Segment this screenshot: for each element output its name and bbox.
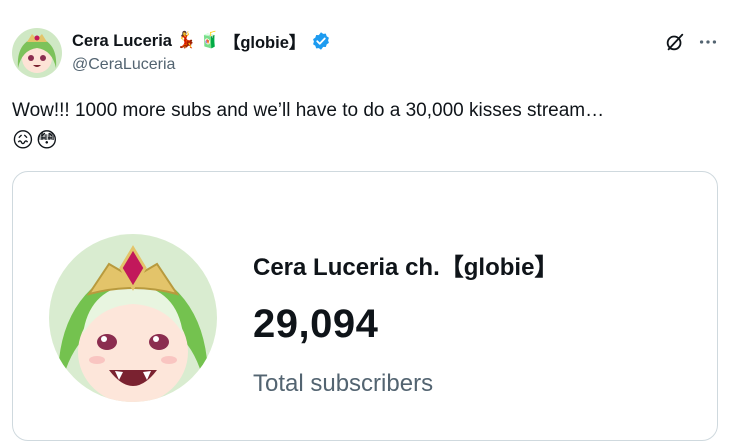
author-avatar[interactable] xyxy=(12,28,62,78)
channel-card[interactable]: Cera Luceria ch.【globie】 29,094 Total su… xyxy=(12,171,718,441)
author-name-suffix: 【globie】 xyxy=(223,34,306,52)
more-options-icon[interactable] xyxy=(697,31,719,53)
juice-emoji: 🧃 xyxy=(199,32,220,49)
flushed-face-emoji: 😳 xyxy=(35,129,58,152)
subscriber-label: Total subscribers xyxy=(253,370,434,397)
tweet-emojis: 😖 😳 xyxy=(12,130,58,151)
channel-name: Cera Luceria ch.【globie】 xyxy=(253,254,559,281)
author-name-row[interactable]: Cera Luceria 💃 🧃 【globie】 xyxy=(72,29,331,53)
dancer-emoji: 💃 xyxy=(175,32,196,49)
author-handle[interactable]: @CeraLuceria xyxy=(72,56,175,74)
tweet-text: Wow!!! 1000 more subs and we’ll have to … xyxy=(12,100,605,121)
grok-icon[interactable] xyxy=(664,31,686,53)
verified-badge-icon[interactable] xyxy=(311,31,331,51)
author-display-name[interactable]: Cera Luceria xyxy=(72,32,172,51)
subscriber-count: 29,094 xyxy=(253,302,379,346)
channel-avatar xyxy=(49,234,217,402)
confounded-face-emoji: 😖 xyxy=(12,129,34,152)
